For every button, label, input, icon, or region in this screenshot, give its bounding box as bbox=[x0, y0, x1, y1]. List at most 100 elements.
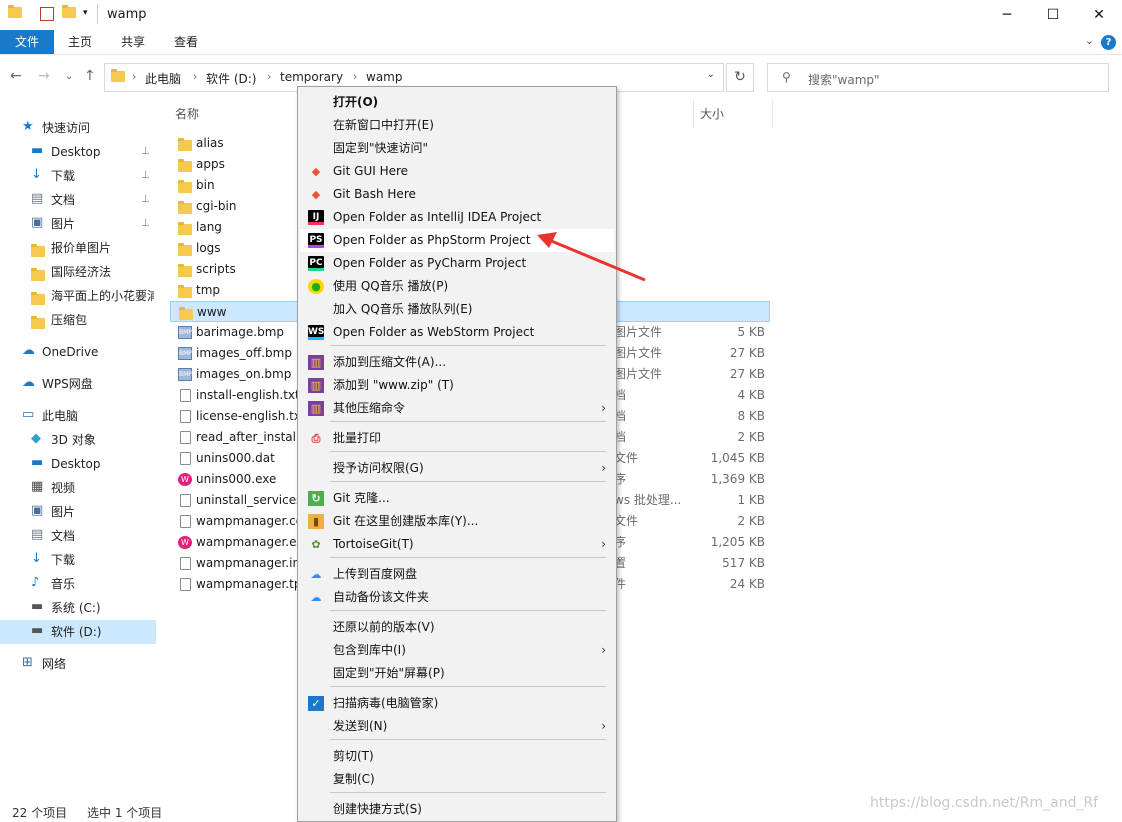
context-menu-item[interactable]: 授予访问权限(G) › bbox=[300, 457, 614, 480]
context-menu-item[interactable]: ▥ 添加到压缩文件(A)... bbox=[300, 351, 614, 374]
context-menu-item[interactable]: ☁ 上传到百度网盘 bbox=[300, 563, 614, 586]
context-menu-item[interactable]: 复制(C) bbox=[300, 768, 614, 791]
context-menu: 打开(O) 在新窗口中打开(E) 固定到"快速访问" ◆ Git GUI Here ◆ Gi… bbox=[297, 86, 617, 822]
context-menu-item[interactable]: ▥ 其他压缩命令 › bbox=[300, 397, 614, 420]
context-menu-item[interactable]: 还原以前的版本(V) bbox=[300, 616, 614, 639]
sidebar-item[interactable]: 压缩包 bbox=[0, 308, 156, 332]
context-menu-item[interactable]: 固定到"开始"屏幕(P) bbox=[300, 662, 614, 685]
sidebar-item[interactable]: ↓ 下载 bbox=[0, 548, 156, 572]
sidebar-item[interactable]: ♪ 音乐 bbox=[0, 572, 156, 596]
sidebar-item[interactable]: ▦ 视频 bbox=[0, 476, 156, 500]
context-menu-item[interactable]: IJ Open Folder as IntelliJ IDEA Project bbox=[300, 206, 614, 229]
breadcrumb-item[interactable]: 此电脑 bbox=[145, 70, 181, 87]
context-menu-item[interactable]: 加入 QQ音乐 播放队列(E) bbox=[300, 298, 614, 321]
maximize-button[interactable]: ☐ bbox=[1030, 0, 1076, 30]
context-menu-item[interactable]: ◆ Git Bash Here bbox=[300, 183, 614, 206]
sidebar-item[interactable]: ▬ 系统 (C:) bbox=[0, 596, 156, 620]
qqmusic-icon: ● bbox=[308, 279, 324, 294]
download-icon: ↓ bbox=[31, 167, 42, 182]
drive-icon: ▬ bbox=[31, 623, 44, 638]
file-size: 2 KB bbox=[737, 514, 765, 528]
sidebar-item[interactable]: ▤ 文档 ⊥ bbox=[0, 188, 156, 212]
sidebar-item[interactable]: 海平面上的小花要浦 bbox=[0, 284, 156, 308]
tab-share[interactable]: 共享 bbox=[109, 30, 157, 54]
back-arrow-icon[interactable]: ← bbox=[10, 68, 22, 84]
star-icon: ★ bbox=[22, 119, 34, 134]
breadcrumb-item[interactable]: wamp bbox=[366, 70, 402, 84]
file-name: logs bbox=[196, 241, 221, 255]
sidebar-item[interactable]: ▬ Desktop bbox=[0, 452, 156, 476]
chevron-down-icon[interactable]: ⌄ bbox=[707, 69, 715, 80]
chevron-down-icon[interactable]: ⌄ bbox=[65, 71, 73, 82]
context-menu-item[interactable]: ▥ 添加到 "www.zip" (T) bbox=[300, 374, 614, 397]
properties-icon[interactable] bbox=[40, 7, 54, 21]
context-menu-label: 使用 QQ音乐 播放(P) bbox=[333, 279, 449, 293]
folder-icon[interactable] bbox=[8, 5, 22, 21]
context-menu-item[interactable]: 发送到(N) › bbox=[300, 715, 614, 738]
sidebar-item-label: 快速访问 bbox=[42, 121, 91, 135]
folder-icon bbox=[178, 221, 192, 235]
refresh-button[interactable]: ↻ bbox=[726, 63, 754, 92]
breadcrumb-item[interactable]: 软件 (D:) bbox=[206, 70, 256, 87]
close-button[interactable]: ✕ bbox=[1076, 0, 1122, 30]
divider bbox=[693, 100, 694, 128]
item-count: 22 个项目 bbox=[12, 806, 68, 820]
context-menu-item[interactable]: 创建快捷方式(S) bbox=[300, 798, 614, 821]
sidebar-item[interactable]: ▣ 图片 ⊥ bbox=[0, 212, 156, 236]
sidebar-item[interactable]: ◆ 3D 对象 bbox=[0, 428, 156, 452]
sidebar-item[interactable]: ⊞ 网络 bbox=[0, 652, 156, 676]
forward-arrow-icon[interactable]: → bbox=[38, 68, 50, 84]
sidebar-item[interactable]: ☁ OneDrive bbox=[0, 340, 156, 364]
context-menu-item[interactable]: 打开(O) bbox=[300, 91, 614, 114]
search-input[interactable]: ⚲ 搜索"wamp" bbox=[767, 63, 1109, 92]
breadcrumb-item[interactable]: temporary bbox=[280, 70, 343, 84]
column-header-name[interactable]: 名称 bbox=[175, 100, 199, 128]
chevron-down-icon[interactable]: ▾ bbox=[83, 8, 97, 22]
sidebar-item-label: 网络 bbox=[42, 657, 67, 671]
up-arrow-icon[interactable]: ↑ bbox=[84, 68, 96, 84]
context-menu-item[interactable]: 包含到库中(I) › bbox=[300, 639, 614, 662]
menu-separator bbox=[330, 686, 606, 687]
sidebar-item[interactable]: 国际经济法 bbox=[0, 260, 156, 284]
context-menu-item[interactable]: WS Open Folder as WebStorm Project bbox=[300, 321, 614, 344]
context-menu-item[interactable]: ✓ 扫描病毒(电脑管家) bbox=[300, 692, 614, 715]
sidebar-item[interactable]: ▬ 软件 (D:) bbox=[0, 620, 156, 644]
minimize-button[interactable]: ─ bbox=[984, 0, 1030, 30]
context-menu-item[interactable]: 在新窗口中打开(E) bbox=[300, 114, 614, 137]
column-header-size[interactable]: 大小 bbox=[700, 100, 724, 128]
sidebar-item[interactable]: ▤ 文档 bbox=[0, 524, 156, 548]
sidebar-item[interactable]: ↓ 下载 ⊥ bbox=[0, 164, 156, 188]
desktop-icon: ▬ bbox=[31, 455, 44, 470]
chevron-down-icon[interactable]: ⌄ bbox=[1085, 34, 1094, 47]
context-menu-item[interactable]: ▮ Git 在这里创建版本库(Y)... bbox=[300, 510, 614, 533]
help-icon[interactable]: ? bbox=[1101, 35, 1116, 50]
tab-home[interactable]: 主页 bbox=[56, 30, 104, 54]
tab-file[interactable]: 文件 bbox=[0, 30, 54, 54]
sidebar-item[interactable]: ▭ 此电脑 bbox=[0, 404, 156, 428]
context-menu-item[interactable]: ↻ Git 克隆... bbox=[300, 487, 614, 510]
bat-file-icon bbox=[180, 494, 191, 507]
context-menu-label: 扫描病毒(电脑管家) bbox=[333, 696, 439, 710]
file-size: 5 KB bbox=[737, 325, 765, 339]
winrar-icon: ▥ bbox=[308, 378, 324, 393]
new-folder-icon[interactable] bbox=[62, 5, 76, 21]
chevron-right-icon: › bbox=[267, 70, 272, 83]
sidebar-item[interactable]: ☁ WPS网盘 bbox=[0, 372, 156, 396]
context-menu-item[interactable]: ✿ TortoiseGit(T) › bbox=[300, 533, 614, 556]
sidebar-item[interactable]: ★ 快速访问 bbox=[0, 116, 156, 140]
context-menu-item[interactable]: 剪切(T) bbox=[300, 745, 614, 768]
context-menu-item[interactable]: ☁ 自动备份该文件夹 bbox=[300, 586, 614, 609]
context-menu-label: Open Folder as PhpStorm Project bbox=[333, 233, 531, 247]
sidebar-item[interactable]: ▣ 图片 bbox=[0, 500, 156, 524]
context-menu-item[interactable]: 固定到"快速访问" bbox=[300, 137, 614, 160]
icon-badge: PS bbox=[309, 235, 323, 245]
context-menu-item[interactable]: ◆ Git GUI Here bbox=[300, 160, 614, 183]
sidebar-item[interactable]: 报价单图片 bbox=[0, 236, 156, 260]
desktop-icon: ▬ bbox=[31, 143, 44, 158]
menu-separator bbox=[330, 739, 606, 740]
context-menu-label: 剪切(T) bbox=[333, 749, 374, 763]
context-menu-item[interactable]: ⎙ 批量打印 bbox=[300, 427, 614, 450]
cloud-icon: ☁ bbox=[22, 375, 35, 390]
sidebar-item[interactable]: ▬ Desktop ⊥ bbox=[0, 140, 156, 164]
tab-view[interactable]: 查看 bbox=[162, 30, 210, 54]
